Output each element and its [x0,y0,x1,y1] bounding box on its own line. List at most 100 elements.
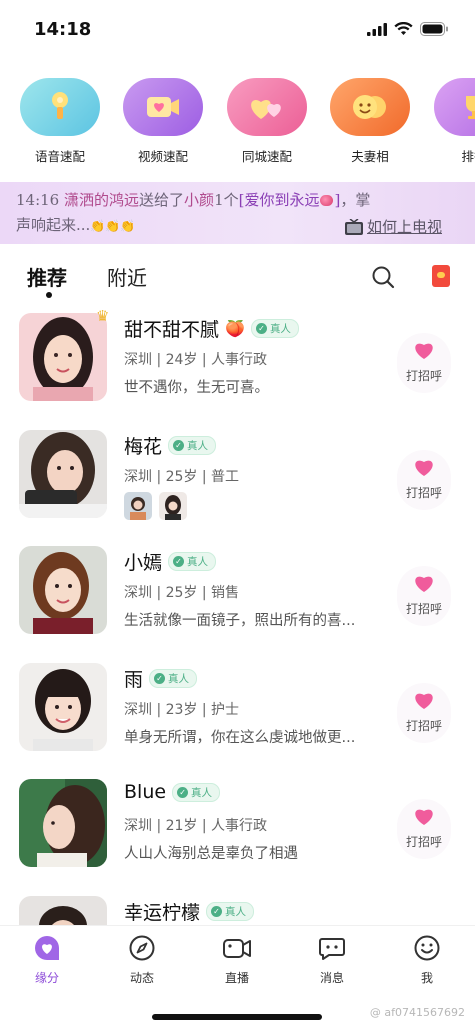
search-icon[interactable] [371,265,395,289]
tab-nearby[interactable]: 附近 [107,262,147,291]
heart-icon [415,809,433,825]
trophy-icon [434,78,475,136]
user-name-row: 幸运柠檬 ✓ 真人 [124,898,255,925]
heart-icon [415,343,433,359]
user-bio: 单身无所谓，你在这么虔诚地做更... [124,729,356,746]
quick-couple-face[interactable]: 夫妻相 [328,78,412,165]
user-name-row: 雨 ✓ 真人 [124,665,198,692]
message-icon [319,938,345,960]
heart-icon [415,460,433,476]
verified-badge: ✓ 真人 [168,435,217,455]
verified-badge: ✓ 真人 [149,668,198,688]
quick-video-match[interactable]: 视频速配 [121,78,205,165]
avatar[interactable] [19,662,107,751]
gift-icon [320,195,334,206]
couple-faces-icon [330,78,410,136]
user-name-row: 梅花 ✓ 真人 [124,432,217,459]
peach-icon: 🍑 [225,319,245,338]
home-indicator [152,1014,322,1020]
signal-icon [367,22,387,36]
smile-icon [414,935,440,961]
quick-actions: 语音速配 视频速配 同城速配 夫妻相 排行 [0,78,475,178]
status-time: 14:18 [34,18,92,40]
verified-badge: ✓ 真人 [206,901,255,921]
user-name: 甜不甜不腻 [124,319,220,341]
greet-button[interactable]: 打招呼 [397,682,451,743]
battery-icon [420,22,448,36]
tab-bar: 推荐 附近 [0,255,475,305]
list-item[interactable]: 梅花 ✓ 真人 深圳 | 25岁 | 普工 打招呼 [0,429,475,547]
wifi-icon [394,22,413,35]
nav-messages[interactable]: 消息 [302,934,362,986]
tv-link[interactable]: 如何上电视 [344,215,442,240]
user-meta: 深圳 | 21岁 | 人事行政 [124,818,268,834]
avatar[interactable] [19,429,107,518]
red-packet-icon[interactable] [432,265,450,287]
photo-thumbnail[interactable] [159,491,187,520]
tab-recommend[interactable]: 推荐 [27,262,67,291]
status-bar: 14:18 [0,0,475,58]
avatar[interactable] [19,313,107,401]
user-meta: 深圳 | 23岁 | 护士 [124,701,240,718]
verified-badge: ✓ 真人 [250,319,299,338]
verified-badge: ✓ 真人 [172,782,221,802]
nav-me[interactable]: 我 [397,934,457,986]
nav-moments[interactable]: 动态 [112,934,172,986]
bottom-nav: 缘分 动态 直播 消息 我 @ af0741567692 [0,925,475,1029]
quick-voice-match[interactable]: 语音速配 [18,78,102,165]
heart-icon [415,693,433,709]
quick-ranking[interactable]: 排行 [432,78,475,165]
user-name: 小嫣 [124,552,163,574]
avatar[interactable] [19,546,107,634]
user-meta: 深圳 | 25岁 | 普工 [124,468,240,485]
clap-icon: 👏👏👏 [90,219,136,233]
user-name-row: 甜不甜不腻 🍑 ✓ 真人 [124,315,299,342]
user-meta: 深圳 | 24岁 | 人事行政 [124,352,268,368]
user-name-row: 小嫣 ✓ 真人 [124,548,217,575]
status-icons [367,22,449,36]
quick-local-match[interactable]: 同城速配 [225,78,309,165]
user-name: Blue [124,781,167,803]
announcement-banner[interactable]: 14:16 潇洒的鸿远送给了小颜1个[爱你到永远]，掌 声响起来...👏👏👏 如… [0,182,475,244]
heart-chat-icon [35,936,59,960]
user-bio: 人山人海别总是辜负了相遇 [124,846,298,862]
user-name: 幸运柠檬 [124,901,201,924]
photo-thumbnail[interactable] [124,491,152,520]
user-bio: 生活就像一面镜子，照出所有的喜... [124,613,356,629]
user-name: 雨 [124,668,144,691]
list-item[interactable]: 雨 ✓ 真人 深圳 | 23岁 | 护士 单身无所谓，你在这么虔诚地做更... 打… [0,662,475,780]
video-camera-icon [223,939,251,958]
crown-icon: ♛ [96,307,110,325]
user-name-row: Blue ✓ 真人 [124,781,221,803]
greet-button[interactable]: 打招呼 [397,566,451,626]
list-item[interactable]: ♛ 甜不甜不腻 🍑 ✓ 真人 深圳 | 24岁 | 人事行政 世不遇你，生无可喜。… [0,307,475,430]
user-name: 梅花 [124,435,163,458]
user-bio: 世不遇你，生无可喜。 [124,380,269,396]
hearts-icon [227,78,307,136]
user-list: ♛ 甜不甜不腻 🍑 ✓ 真人 深圳 | 24岁 | 人事行政 世不遇你，生无可喜。… [0,307,475,1012]
active-tab-indicator [46,292,52,298]
video-heart-icon [123,78,203,136]
greet-button[interactable]: 打招呼 [397,333,451,393]
greet-button[interactable]: 打招呼 [397,449,451,510]
watermark: @ af0741567692 [369,1006,465,1019]
nav-fate[interactable]: 缘分 [17,934,77,986]
verified-badge: ✓ 真人 [168,552,217,571]
list-item[interactable]: Blue ✓ 真人 深圳 | 21岁 | 人事行政 人山人海别总是辜负了相遇 打招… [0,779,475,896]
avatar[interactable] [19,779,107,867]
greet-button[interactable]: 打招呼 [397,799,451,859]
check-icon: ✓ [154,672,166,684]
user-meta: 深圳 | 25岁 | 销售 [124,585,240,601]
check-icon: ✓ [255,323,267,334]
check-icon: ✓ [211,905,223,917]
compass-icon [129,935,155,961]
list-item[interactable]: 小嫣 ✓ 真人 深圳 | 25岁 | 销售 生活就像一面镜子，照出所有的喜... … [0,546,475,663]
microphone-icon [20,78,100,136]
check-icon: ✓ [173,439,185,451]
announcement-line-1: 14:16 潇洒的鸿远送给了小颜1个[爱你到永远]，掌 [16,191,371,209]
check-icon: ✓ [177,786,189,798]
nav-live[interactable]: 直播 [207,934,267,986]
heart-icon [415,576,433,592]
photo-thumbnails [124,491,187,520]
tv-icon [344,219,363,235]
